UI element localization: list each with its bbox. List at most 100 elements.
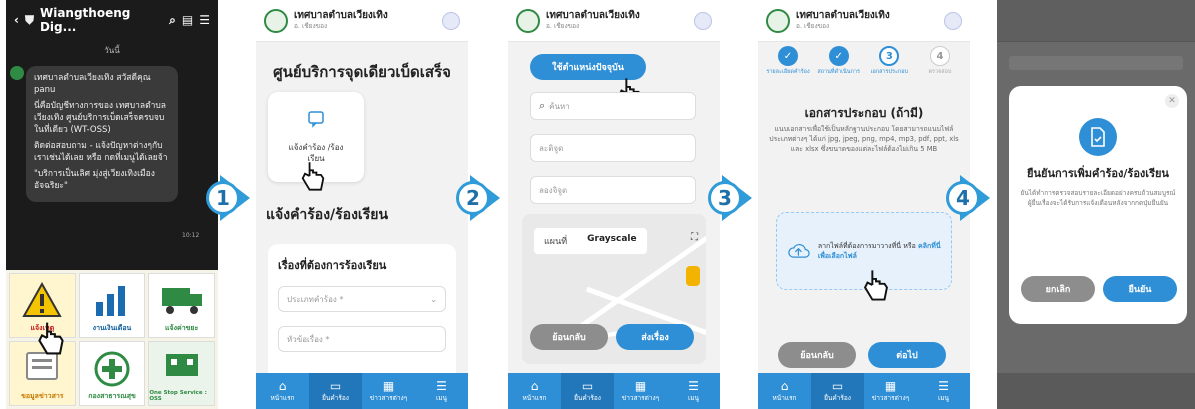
- tutorial-strip: ‹ ⛊ Wiangthoeng Dig... ⌕ ▤ ☰ วันนี้ เทศบ…: [0, 0, 1195, 409]
- message-4: "บริการเป็นเลิศ มุ่งสู่เวียงเทิงเมืองอัจ…: [34, 169, 155, 191]
- health-emblem-icon: [94, 351, 130, 387]
- longitude-input[interactable]: ลองจิจูด: [530, 176, 696, 204]
- bottom-nav: ⌂ หน้าแรก ▭ ยื่นคำร้อง ▦ ข่าวสารต่างๆ ☰ เมนู: [508, 373, 720, 409]
- step-number: 4: [946, 181, 980, 215]
- search-icon: ⌕: [539, 99, 546, 112]
- avatar[interactable]: [10, 66, 24, 80]
- step-3: 3 เอกสารประกอบ: [867, 46, 911, 76]
- brand-sub: อ. เชียงของ: [796, 21, 830, 30]
- longitude-placeholder: ลองจิจูด: [539, 185, 568, 195]
- step-number: 1: [206, 181, 240, 215]
- tab-grayscale[interactable]: Grayscale: [577, 228, 646, 254]
- nav-home[interactable]: ⌂ หน้าแรก: [758, 373, 811, 409]
- pointer-hand-icon: [38, 322, 64, 355]
- step-label: สถานที่ดำเนินการ: [817, 69, 860, 75]
- news-icon: ▦: [382, 378, 395, 393]
- section-description: แนบเอกสารเพื่อใช้เป็นหลักฐานประกอบ โดยสา…: [769, 125, 959, 153]
- latitude-input[interactable]: ละติจูด: [530, 134, 696, 162]
- back-icon[interactable]: ‹: [14, 13, 19, 27]
- fullscreen-icon[interactable]: ⛶: [691, 232, 698, 243]
- news-icon: ▦: [884, 378, 897, 393]
- app-header: เทศบาลตำบลเวียงเทิง อ. เชียงของ: [758, 0, 970, 42]
- submit-button[interactable]: ส่งเรื่อง: [616, 324, 694, 350]
- nav-menu[interactable]: ☰ เมนู: [415, 373, 468, 409]
- nav-label: เมนู: [938, 393, 949, 402]
- step-circle: 3: [879, 46, 900, 66]
- back-button[interactable]: ย้อนกลับ: [778, 342, 856, 368]
- chat-header: ‹ ⛊ Wiangthoeng Dig... ⌕ ▤ ☰: [6, 0, 218, 40]
- home-icon: ⌂: [530, 378, 539, 393]
- search-input[interactable]: ⌕ ค้นหา: [530, 92, 696, 120]
- step-circle: ✓: [778, 46, 798, 66]
- rich-menu-tile-oss[interactable]: One Stop Service : OSS: [148, 341, 215, 406]
- menu-icon: ☰: [688, 378, 699, 393]
- nav-label: ยื่นคำร้อง: [574, 393, 601, 402]
- tile-label: ขอมูลข่าวสาร: [21, 392, 64, 400]
- brand-name: เทศบาลตำบลเวียงเทิง: [546, 9, 640, 21]
- nav-submit[interactable]: ▭ ยื่นคำร้อง: [811, 373, 864, 409]
- chat-title: Wiangthoeng Dig...: [39, 6, 131, 34]
- stepper: ✓ รายละเอียดคำร้อง ✓ สถานที่ดำเนินการ 3 เอก…: [766, 46, 962, 76]
- search-placeholder: ค้นหา: [549, 101, 570, 111]
- chevron-down-icon: ⌄: [430, 294, 437, 304]
- confirm-screen: ✕ ยืนยันการเพิ่มคำร้อง/ร้องเรียน ยันได้ท…: [997, 0, 1195, 409]
- nav-menu[interactable]: ☰ เมนู: [667, 373, 720, 409]
- step-label: รายละเอียดคำร้อง: [766, 69, 810, 75]
- step-arrow-4: 4: [946, 175, 994, 221]
- latitude-placeholder: ละติจูด: [539, 143, 564, 153]
- step-number: 3: [708, 181, 742, 215]
- complaint-form: เรื่องที่ต้องการร้องเรียน ประเภทคำร้อง *…: [268, 244, 456, 384]
- notes-icon[interactable]: ▤: [182, 13, 193, 27]
- brand-sub: อ. เชียงของ: [294, 21, 328, 30]
- next-button[interactable]: ต่อไป: [868, 342, 946, 368]
- subject-input[interactable]: หัวข้อเรื่อง *: [278, 326, 446, 352]
- nav-label: ยื่นคำร้อง: [824, 393, 851, 402]
- app-header: เทศบาลตำบลเวียงเทิง อ. เชียงของ: [508, 0, 720, 42]
- message-3: ติดต่อสอบถาม - แจ้งปัญหาต่างๆกับเราเช่นไ…: [34, 141, 168, 163]
- menu-icon[interactable]: ☰: [199, 13, 210, 27]
- chat-icon: [308, 111, 324, 128]
- nav-news[interactable]: ▦ ข่าวสารต่างๆ: [362, 373, 415, 409]
- cloud-upload-icon: [788, 244, 810, 258]
- confirm-button[interactable]: ยืนยัน: [1103, 276, 1177, 302]
- nav-label: หน้าแรก: [772, 393, 797, 402]
- tile-label: งานเงินเดือน: [92, 324, 132, 332]
- user-icon[interactable]: [442, 11, 460, 30]
- truck-icon: [161, 288, 202, 314]
- step-arrow-1: 1: [206, 175, 254, 221]
- search-icon[interactable]: ⌕: [169, 13, 176, 28]
- back-button[interactable]: ย้อนกลับ: [530, 324, 608, 350]
- nav-news[interactable]: ▦ ข่าวสารต่างๆ: [614, 373, 667, 409]
- message-1: เทศบาลตำบลเวียงเทิง สวัสดีคุณ panu: [34, 73, 151, 95]
- step-circle: 4: [929, 46, 950, 66]
- section-title: เอกสารประกอบ (ถ้ามี): [804, 106, 924, 120]
- rich-menu-tile-salary[interactable]: งานเงินเดือน: [78, 273, 146, 338]
- menu-icon: ☰: [436, 378, 447, 393]
- tile-label: กองสาธารณสุข: [88, 392, 136, 400]
- nav-menu[interactable]: ☰ เมนู: [917, 373, 970, 409]
- home-icon: ⌂: [278, 378, 287, 393]
- nav-label: ข่าวสารต่างๆ: [621, 393, 660, 402]
- municipality-logo: [264, 8, 288, 33]
- tab-map[interactable]: แผนที่: [534, 228, 577, 254]
- complaint-type-select[interactable]: ประเภทคำร้อง * ⌄: [278, 286, 446, 312]
- pegman-icon[interactable]: [686, 266, 700, 286]
- rich-menu-tile-garbage[interactable]: แจ้งค่าขยะ: [148, 273, 215, 338]
- bottom-nav: ⌂ หน้าแรก ▭ ยื่นคำร้อง ▦ ข่าวสารต่างๆ ☰ เมนู: [758, 373, 970, 409]
- nav-news[interactable]: ▦ ข่าวสารต่างๆ: [864, 373, 917, 409]
- nav-submit[interactable]: ▭ ยื่นคำร้อง: [561, 373, 614, 409]
- rich-menu-tile-health[interactable]: กองสาธารณสุข: [78, 341, 146, 406]
- nav-home[interactable]: ⌂ หน้าแรก: [256, 373, 309, 409]
- chat-day-label: วันนี้: [104, 46, 120, 55]
- cancel-button[interactable]: ยกเลิก: [1021, 276, 1095, 302]
- nav-home[interactable]: ⌂ หน้าแรก: [508, 373, 561, 409]
- user-icon[interactable]: [694, 11, 712, 30]
- close-icon[interactable]: ✕: [1165, 94, 1179, 108]
- step-circle: ✓: [828, 46, 849, 66]
- nav-submit[interactable]: ▭ ยื่นคำร้อง: [309, 373, 362, 409]
- section-heading: แจ้งคำร้อง/ร้องเรียน: [266, 207, 389, 223]
- user-icon[interactable]: [944, 11, 962, 30]
- nav-label: ยื่นคำร้อง: [322, 393, 349, 402]
- nav-label: หน้าแรก: [522, 393, 547, 402]
- dropzone-text: ลากไฟล์ที่ต้องการมาวางที่นี่ หรือ: [817, 242, 916, 250]
